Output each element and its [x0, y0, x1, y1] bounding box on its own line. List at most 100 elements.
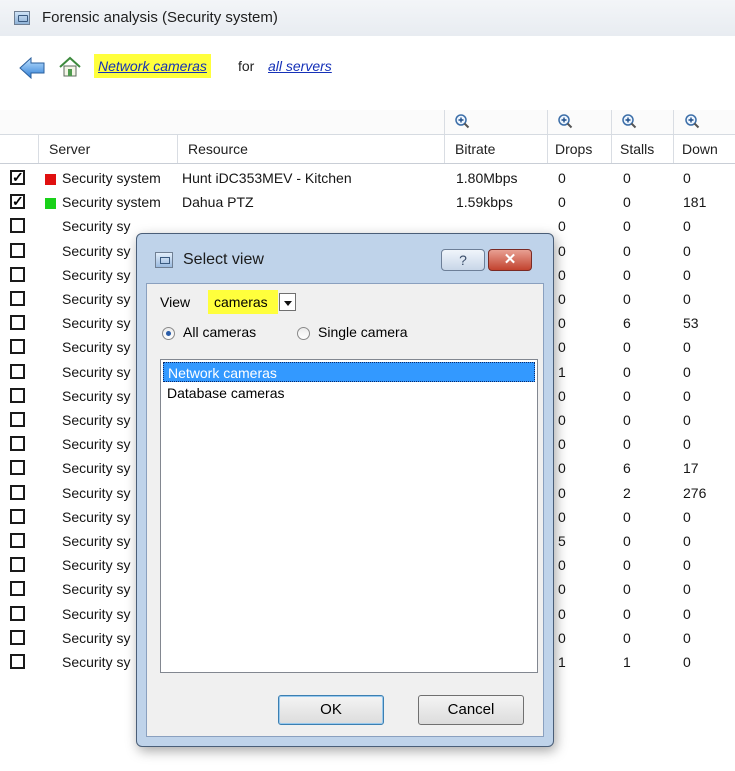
column-header-row: Server Resource Bitrate Drops Stalls Dow… [0, 135, 735, 164]
cell-stalls: 0 [623, 194, 631, 211]
cell-drops: 0 [558, 266, 566, 283]
list-item-database-cameras[interactable]: Database cameras [163, 383, 535, 403]
radio-all-cameras-label[interactable]: All cameras [183, 324, 256, 340]
cell-down: 0 [683, 266, 691, 283]
cell-stalls: 0 [623, 291, 631, 307]
home-icon[interactable] [58, 56, 82, 78]
back-arrow-icon[interactable] [19, 57, 45, 79]
cell-server: Security sy [62, 339, 131, 356]
cell-drops: 0 [558, 436, 566, 453]
row-checkbox[interactable]: ✓ [10, 170, 25, 185]
cell-down: 0 [683, 436, 691, 453]
row-checkbox[interactable] [10, 508, 25, 524]
radio-single-camera-label[interactable]: Single camera [318, 324, 408, 340]
cell-drops: 0 [558, 605, 566, 622]
status-indicator [45, 198, 56, 210]
current-view-link[interactable]: Network cameras [94, 54, 211, 78]
row-checkbox[interactable] [10, 363, 25, 379]
col-header-drops[interactable]: Drops [555, 141, 592, 157]
row-checkbox[interactable] [10, 460, 25, 476]
table-row[interactable]: ✓ Security system Dahua PTZ 1.59kbps 0 0 181 [0, 191, 735, 215]
zoom-stalls-icon[interactable] [621, 113, 637, 129]
cell-down: 0 [683, 363, 691, 380]
cell-stalls: 0 [623, 170, 631, 186]
row-checkbox[interactable] [10, 387, 25, 403]
view-label: View [160, 294, 191, 310]
cell-drops: 0 [558, 412, 566, 428]
radio-single-camera[interactable] [297, 327, 310, 340]
servers-scope-link[interactable]: all servers [268, 54, 332, 78]
zoom-bitrate-icon[interactable] [454, 113, 470, 129]
cell-stalls: 6 [623, 460, 631, 477]
row-checkbox[interactable] [10, 557, 25, 573]
cell-drops: 0 [558, 339, 566, 356]
list-item-network-cameras[interactable]: Network cameras [163, 362, 535, 382]
cell-down: 0 [683, 339, 691, 356]
cell-stalls: 0 [623, 581, 631, 598]
cell-drops: 0 [558, 194, 566, 211]
row-checkbox[interactable] [10, 581, 25, 597]
cell-server: Security sy [62, 436, 131, 453]
col-header-bitrate[interactable]: Bitrate [455, 141, 495, 157]
cell-server: Security sy [62, 629, 131, 646]
cell-stalls: 0 [623, 339, 631, 356]
chevron-down-icon[interactable] [279, 293, 296, 311]
row-checkbox[interactable]: ✓ [10, 194, 25, 210]
cell-down: 0 [683, 170, 691, 186]
row-checkbox[interactable] [10, 629, 25, 645]
row-checkbox[interactable] [10, 412, 25, 427]
col-header-server[interactable]: Server [49, 141, 90, 157]
row-checkbox[interactable] [10, 533, 25, 548]
cell-stalls: 0 [623, 508, 631, 525]
cell-stalls: 0 [623, 605, 631, 622]
cell-server: Security sy [62, 460, 131, 477]
col-header-resource[interactable]: Resource [188, 141, 248, 157]
row-checkbox[interactable] [10, 605, 25, 621]
row-checkbox[interactable] [10, 654, 25, 669]
dialog-app-icon [155, 252, 173, 268]
cell-server: Security sy [62, 266, 131, 283]
row-checkbox[interactable] [10, 218, 25, 234]
help-button[interactable]: ? [441, 249, 485, 271]
cancel-button[interactable]: Cancel [418, 695, 524, 725]
row-checkbox[interactable] [10, 291, 25, 306]
dialog-body: View cameras All cameras Single camera N… [146, 283, 544, 737]
view-listbox[interactable]: Network cameras Database cameras [160, 359, 538, 673]
row-checkbox[interactable] [10, 242, 25, 258]
zoom-down-icon[interactable] [684, 113, 700, 129]
cell-down: 0 [683, 291, 691, 307]
cell-server: Security sy [62, 218, 131, 235]
row-checkbox[interactable] [10, 266, 25, 282]
col-header-down[interactable]: Down [682, 141, 718, 157]
row-checkbox[interactable] [10, 484, 25, 500]
cell-stalls: 1 [623, 654, 631, 670]
cell-drops: 0 [558, 315, 566, 332]
cell-stalls: 0 [623, 533, 631, 549]
cell-stalls: 0 [623, 629, 631, 646]
row-checkbox[interactable] [10, 436, 25, 452]
cell-down: 0 [683, 218, 691, 235]
cell-down: 276 [683, 484, 707, 501]
cell-bitrate: 1.80Mbps [456, 170, 518, 186]
cell-stalls: 0 [623, 412, 631, 428]
col-header-stalls[interactable]: Stalls [620, 141, 654, 157]
view-dropdown-value[interactable]: cameras [208, 290, 278, 314]
cell-server: Security sy [62, 291, 131, 307]
table-row[interactable]: ✓ Security system Hunt iDC353MEV - Kitchen… [0, 167, 735, 191]
cell-server: Security sy [62, 557, 131, 574]
cell-down: 53 [683, 315, 699, 332]
cell-drops: 0 [558, 218, 566, 235]
radio-all-cameras[interactable] [162, 327, 175, 340]
ok-button[interactable]: OK [278, 695, 384, 725]
row-checkbox[interactable] [10, 315, 25, 331]
cell-stalls: 0 [623, 218, 631, 235]
app-icon [14, 11, 30, 25]
row-checkbox[interactable] [10, 339, 25, 355]
cell-server: Security sy [62, 605, 131, 622]
cell-resource: Hunt iDC353MEV - Kitchen [182, 170, 352, 186]
view-dropdown[interactable]: cameras [208, 290, 296, 314]
zoom-drops-icon[interactable] [557, 113, 573, 129]
cell-down: 0 [683, 242, 691, 259]
close-button[interactable]: ✕ [488, 249, 532, 271]
cell-stalls: 0 [623, 557, 631, 574]
